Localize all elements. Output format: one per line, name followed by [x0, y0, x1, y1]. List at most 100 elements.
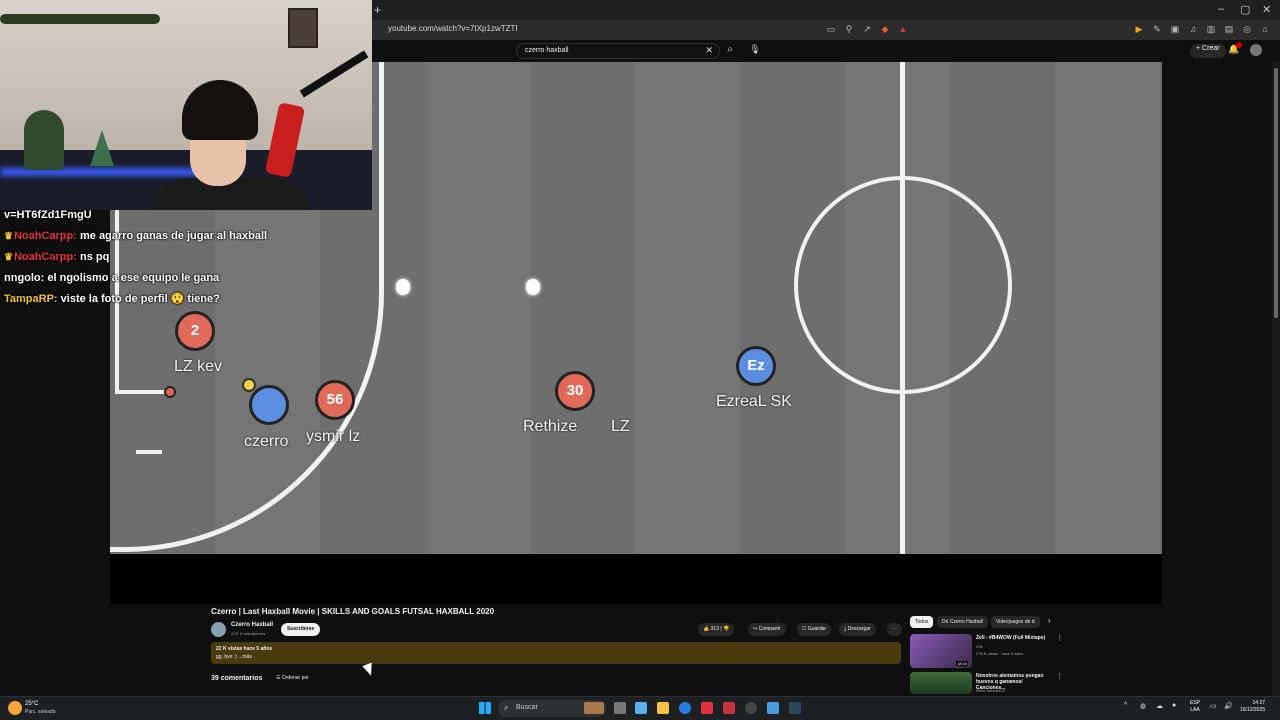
tabs-icon[interactable]: ▤: [1224, 24, 1234, 35]
widgets-icon[interactable]: [635, 702, 647, 714]
chevron-right-icon[interactable]: ›: [1048, 616, 1051, 625]
app-icon[interactable]: [767, 702, 779, 714]
goal-post: [164, 386, 176, 398]
clock-time: 14:27: [1252, 700, 1266, 706]
crown-icon: ♛: [4, 252, 13, 263]
channel-avatar[interactable]: [211, 622, 226, 637]
search-box[interactable]: czerro haxball ✕: [516, 43, 720, 59]
screenshot-icon[interactable]: ▣: [1170, 24, 1180, 35]
mouse-cursor: [362, 662, 376, 678]
scrollbar-thumb[interactable]: [1274, 68, 1278, 318]
description-box[interactable]: 22 K vistas hace 5 años gg, bye :) ...má…: [211, 642, 901, 664]
recommendation-channel: Zell: [976, 644, 983, 649]
subscriber-count: 2,57 K suscriptores: [231, 631, 266, 636]
media-app-icon[interactable]: [723, 702, 735, 714]
close-window-button[interactable]: ✕: [1262, 3, 1271, 16]
chip-games[interactable]: Videojuegos de d: [991, 616, 1040, 628]
recommendation-title[interactable]: Zell - #B4WOW (Full Mixtape): [976, 635, 1045, 641]
vpn-icon[interactable]: ◎: [1242, 24, 1252, 35]
tray-mic-icon[interactable]: ●: [1172, 702, 1176, 709]
save-label: Guardar: [807, 626, 827, 632]
new-tab-button[interactable]: +: [374, 3, 381, 17]
weather-sun-icon[interactable]: [8, 701, 22, 715]
system-clock[interactable]: 14:27 16/12/2025: [1240, 700, 1265, 714]
like-count: 313: [710, 626, 719, 632]
search-highlight-icon[interactable]: [584, 702, 604, 714]
create-button[interactable]: + Crear: [1190, 44, 1226, 58]
player-name: ysmir lz: [306, 428, 361, 445]
search-input[interactable]: czerro haxball: [525, 47, 569, 54]
play-extension-icon[interactable]: ▶: [1134, 24, 1144, 35]
webcam-plant: [24, 110, 64, 170]
save-button[interactable]: ☐ Guardar: [797, 623, 832, 636]
player-token: 2: [175, 311, 215, 351]
brave-icon[interactable]: [701, 702, 713, 714]
more-actions-button[interactable]: ⋯: [887, 623, 902, 636]
recommendation-thumbnail[interactable]: [910, 672, 972, 694]
account-avatar[interactable]: [1250, 44, 1262, 56]
player-token: 30: [555, 371, 595, 411]
ball: [526, 279, 540, 295]
address-bar[interactable]: youtube.com/watch?v=7tXp1zwTZTI: [388, 24, 518, 33]
browser-toolbar-icons: ▶ ✎ ▣ ♫ ▥ ▤ ◎ ⌂ ≡: [1134, 24, 1280, 35]
player-name: LZ: [611, 418, 630, 435]
share-button[interactable]: ↪ Compartir: [748, 623, 786, 636]
extension-icon[interactable]: ✎: [1152, 24, 1162, 35]
chat-user: TampaRP:: [4, 293, 58, 305]
microphone-icon[interactable]: 🎙: [748, 44, 762, 55]
crown-icon: ♛: [4, 231, 13, 242]
more-options-icon[interactable]: ⋮: [1056, 634, 1063, 642]
chat-user: nngolo:: [4, 272, 45, 284]
field-mark: [136, 450, 162, 454]
player-name: LZ kev: [174, 358, 223, 375]
weather-description: Parc. soleado: [25, 709, 56, 715]
views-and-date: 22 K vistas hace 5 años: [216, 646, 273, 652]
like-button[interactable]: 👍 313 | 👎: [698, 623, 735, 636]
sidebar-icon[interactable]: ▥: [1206, 24, 1216, 35]
tray-cloud-icon[interactable]: ☁: [1156, 702, 1163, 710]
sort-comments-button[interactable]: ☰ Ordenar por: [276, 675, 309, 681]
video-duration: 18:54: [956, 661, 969, 666]
player-name: czerro: [244, 433, 289, 450]
file-explorer-icon[interactable]: [657, 702, 669, 714]
task-view-icon[interactable]: [614, 702, 626, 714]
download-button[interactable]: ⤓ Descargar: [839, 623, 876, 636]
chat-user: NoahCarpp:: [13, 230, 77, 242]
minimize-button[interactable]: –: [1218, 3, 1224, 15]
chat-user: NoahCarpp:: [13, 251, 77, 263]
obs-icon[interactable]: [745, 702, 757, 714]
tray-overflow-icon[interactable]: ^: [1124, 702, 1127, 709]
shield-icon[interactable]: ◆: [880, 24, 890, 35]
chat-message: v=HT6fZd1FmgU: [4, 207, 384, 228]
video-letterbox: [110, 554, 1162, 604]
lang-layout: LAA: [1190, 707, 1200, 713]
windows-start-icon[interactable]: [479, 702, 491, 714]
cast-icon[interactable]: ▭: [826, 24, 836, 35]
volume-icon[interactable]: 🔊: [1224, 702, 1233, 710]
share-icon[interactable]: ↗: [862, 24, 872, 35]
steam-icon[interactable]: [789, 702, 801, 714]
download-label: Descargar: [847, 626, 871, 632]
network-icon[interactable]: ▭: [1210, 702, 1217, 710]
address-bar-actions: ▭ ⚲ ↗ ◆ ▲: [826, 24, 908, 35]
create-label: Crear: [1202, 45, 1220, 52]
channel-name[interactable]: Czerro Haxball: [231, 622, 273, 628]
maximize-button[interactable]: ▢: [1240, 3, 1250, 16]
notification-badge: [1236, 42, 1242, 48]
page-scrollbar[interactable]: [1272, 62, 1280, 696]
wallet-icon[interactable]: ⌂: [1260, 24, 1270, 35]
input-language[interactable]: ESP LAA: [1190, 700, 1200, 714]
subscribe-button[interactable]: Suscribirse: [281, 623, 321, 636]
rewards-icon[interactable]: ▲: [898, 24, 908, 35]
clear-search-icon[interactable]: ✕: [705, 45, 713, 56]
edge-icon[interactable]: [679, 702, 691, 714]
player-name: EzreaL SK: [716, 393, 792, 410]
tray-app-icon[interactable]: ◍: [1140, 702, 1146, 710]
stream-chat: v=HT6fZd1FmgU ♛NoahCarpp: me agarro gana…: [4, 207, 384, 312]
more-options-icon[interactable]: ⋮: [1056, 672, 1063, 680]
chip-all[interactable]: Todos: [910, 616, 934, 628]
chip-channel[interactable]: De Czerro Haxball: [937, 616, 988, 628]
zoom-icon[interactable]: ⚲: [844, 24, 854, 35]
music-icon[interactable]: ♫: [1188, 24, 1198, 35]
search-icon[interactable]: ⌕: [722, 44, 738, 55]
